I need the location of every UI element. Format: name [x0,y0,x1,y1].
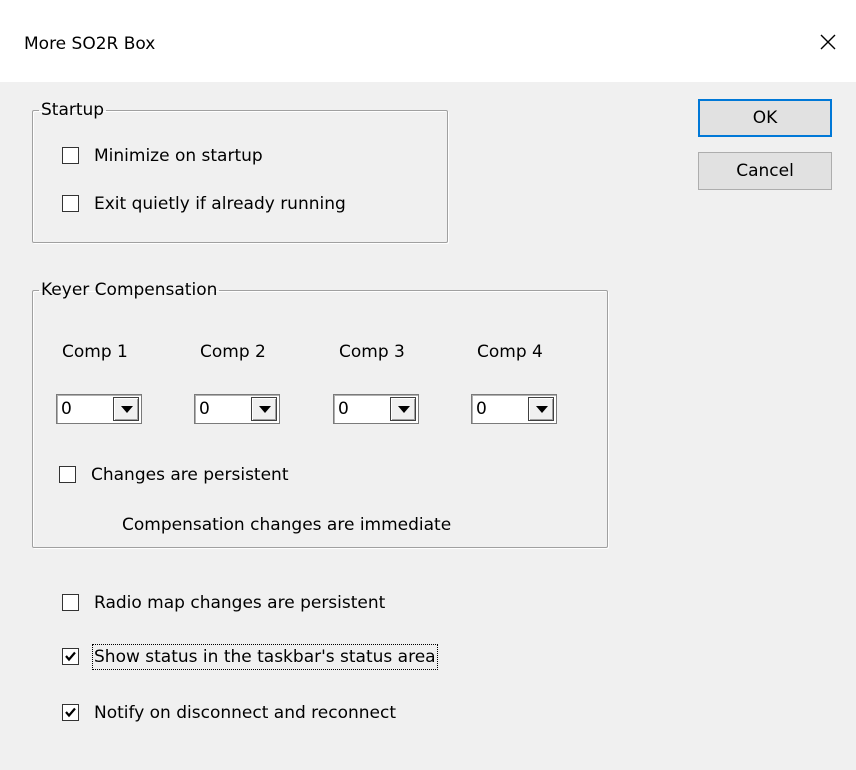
exit-quietly-label: Exit quietly if already running [94,194,346,214]
comp-1-select[interactable]: 0 [56,394,142,424]
chevron-down-icon [398,406,410,413]
startup-group: Startup [32,99,448,243]
startup-group-label: Startup [41,100,105,120]
show-status-label: Show status in the taskbar's status area [92,644,438,670]
notify-label: Notify on disconnect and reconnect [94,703,397,723]
comp-2-dropdown-button[interactable] [251,397,277,421]
radio-map-persistent-checkbox[interactable] [62,594,79,611]
comp-2-label: Comp 2 [200,342,266,362]
comp-1-label: Comp 1 [62,342,128,362]
checkmark-icon [65,651,76,662]
changes-persistent-label: Changes are persistent [91,465,289,485]
compensation-note: Compensation changes are immediate [122,515,452,535]
comp-1-dropdown-button[interactable] [113,397,139,421]
chevron-down-icon [121,406,133,413]
notify-checkbox[interactable] [62,704,79,721]
dialog-window: More SO2R Box OK Cancel Startup Minimize… [0,0,856,770]
comp-3-select[interactable]: 0 [333,394,419,424]
comp-2-value: 0 [199,399,210,419]
changes-persistent-checkbox[interactable] [59,466,76,483]
close-icon [820,34,836,50]
comp-4-value: 0 [476,399,487,419]
checkmark-icon [65,707,76,718]
comp-3-value: 0 [338,399,349,419]
title-bar: More SO2R Box [0,0,856,82]
comp-1-value: 0 [61,399,72,419]
show-status-checkbox[interactable] [62,648,79,665]
ok-button[interactable]: OK [698,99,832,137]
cancel-button[interactable]: Cancel [698,152,832,190]
radio-map-persistent-label: Radio map changes are persistent [94,593,386,613]
keyer-compensation-group-label: Keyer Compensation [41,280,218,300]
chevron-down-icon [259,406,271,413]
minimize-on-startup-checkbox[interactable] [62,147,79,164]
comp-3-label: Comp 3 [339,342,405,362]
minimize-on-startup-label: Minimize on startup [94,146,263,166]
comp-3-dropdown-button[interactable] [390,397,416,421]
window-title: More SO2R Box [24,34,156,54]
exit-quietly-checkbox[interactable] [62,195,79,212]
close-button[interactable] [808,22,856,66]
comp-2-select[interactable]: 0 [194,394,280,424]
comp-4-label: Comp 4 [477,342,543,362]
chevron-down-icon [536,406,548,413]
comp-4-select[interactable]: 0 [471,394,557,424]
comp-4-dropdown-button[interactable] [528,397,554,421]
